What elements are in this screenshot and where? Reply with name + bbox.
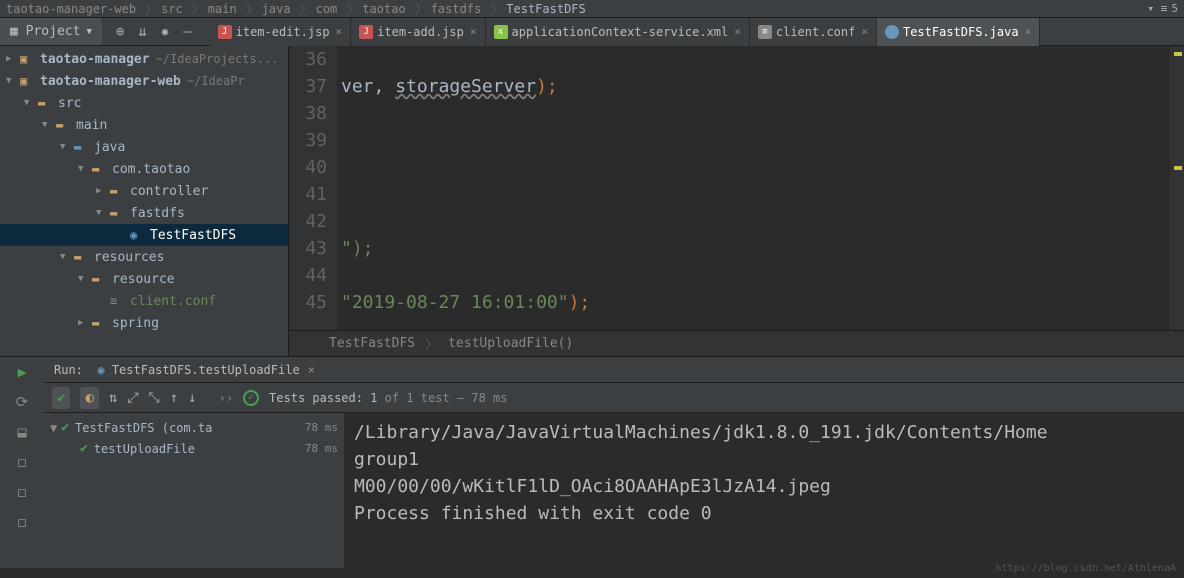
collapse-icon[interactable]: ⇊ — [138, 24, 146, 40]
tree-folder-resources[interactable]: ▼▬resources — [0, 246, 288, 268]
close-icon[interactable]: × — [308, 363, 315, 377]
crumb[interactable]: TestFastDFS — [506, 2, 585, 16]
folder-icon: ▬ — [92, 272, 108, 286]
camera-icon[interactable]: ◻ — [17, 513, 26, 531]
pass-icon: ✓ — [243, 390, 259, 406]
editor[interactable]: 363738 394041 424344 45 ver, storageServ… — [289, 46, 1184, 356]
show-passed-icon[interactable]: ✔ — [52, 387, 70, 409]
run-config-name[interactable]: TestFastDFS.testUploadFile — [112, 363, 300, 377]
folder-icon: ▬ — [92, 316, 108, 330]
line-gutter: 363738 394041 424344 45 — [289, 46, 337, 330]
tree-folder-spring[interactable]: ▶▬spring — [0, 312, 288, 334]
close-icon[interactable]: × — [861, 25, 868, 38]
package-icon: ▬ — [110, 184, 126, 198]
run-header: Run: ◉ TestFastDFS.testUploadFile × — [44, 357, 1184, 383]
breadcrumb: taotao-manager-web〉 src〉 main〉 java〉 com… — [0, 0, 1184, 18]
code-content[interactable]: ver, storageServer); "); "2019-08-27 16:… — [337, 46, 1170, 330]
close-icon[interactable]: × — [470, 25, 477, 38]
jsp-icon: J — [218, 25, 232, 39]
pass-icon: ✔ — [61, 420, 69, 435]
sort-icon[interactable]: ⇅ — [109, 390, 117, 406]
run-label: Run: — [54, 363, 83, 377]
file-icon: ≡ — [758, 25, 772, 39]
run-tool-window: ▶ ⟳ ⬓ ◻ ◻ ◻ Run: ◉ TestFastDFS.testUploa… — [0, 356, 1184, 568]
test-case-row[interactable]: ✔ testUploadFile78 ms — [44, 438, 344, 459]
file-icon: ≡ — [110, 294, 126, 308]
tab-item-edit[interactable]: Jitem-edit.jsp× — [210, 18, 352, 46]
close-icon[interactable]: × — [1025, 25, 1032, 38]
tree-module[interactable]: ▼▣taotao-manager-web~/IdeaPr — [0, 70, 288, 92]
prev-icon[interactable]: ↑ — [170, 390, 178, 406]
crumb[interactable]: java — [262, 2, 291, 16]
pin-icon[interactable]: ◻ — [17, 453, 26, 471]
hide-icon[interactable]: — — [183, 24, 191, 40]
pass-icon: ✔ — [80, 441, 88, 456]
tab-testfastdfs[interactable]: TestFastDFS.java× — [877, 18, 1040, 46]
crumb-class[interactable]: TestFastDFS — [329, 336, 415, 351]
source-folder-icon: ▬ — [74, 140, 90, 154]
tree-package-fastdfs[interactable]: ▼▬fastdfs — [0, 202, 288, 224]
tree-package[interactable]: ▼▬com.taotao — [0, 158, 288, 180]
watermark: https://blog.csdn.net/AthlenaA — [995, 563, 1176, 574]
module-icon: ▣ — [20, 52, 36, 66]
jsp-icon: J — [359, 25, 373, 39]
close-icon[interactable]: × — [734, 25, 741, 38]
xml-icon: x — [494, 25, 508, 39]
crumb-method[interactable]: testUploadFile() — [448, 336, 573, 351]
locate-icon[interactable]: ⊕ — [116, 24, 124, 40]
package-icon: ▬ — [92, 162, 108, 176]
tests-status-text: Tests passed: 1 of 1 test – 78 ms — [269, 391, 507, 405]
editor-breadcrumb: TestFastDFS 〉 testUploadFile() — [289, 330, 1184, 356]
project-sidebar: ▶▣taotao-manager~/IdeaProjects... ▼▣taot… — [0, 46, 289, 356]
run-toolbar: ✔ ◐ ⇅ ⤢ ⤡ ↑ ↓ ›› ✓ Tests passed: 1 of 1 … — [44, 383, 1184, 413]
next-icon[interactable]: ↓ — [188, 390, 196, 406]
java-class-icon — [885, 25, 899, 39]
folder-icon: ▬ — [38, 96, 54, 110]
close-icon[interactable]: × — [336, 25, 343, 38]
folder-icon: ▦ — [10, 24, 18, 39]
tab-client-conf[interactable]: ≡client.conf× — [750, 18, 877, 46]
show-ignored-icon[interactable]: ◐ — [80, 387, 98, 409]
project-tree[interactable]: ▶▣taotao-manager~/IdeaProjects... ▼▣taot… — [0, 46, 288, 356]
project-view-selector[interactable]: ▦ Project▼ — [0, 18, 102, 45]
java-class-icon: ◉ — [130, 228, 146, 242]
tab-overflow[interactable]: ▾ ≡ 5 — [1148, 2, 1179, 15]
tab-item-add[interactable]: Jitem-add.jsp× — [351, 18, 485, 46]
toolbar: ▦ Project▼ ⊕ ⇊ ✸ — Jitem-edit.jsp× Jitem… — [0, 18, 1184, 46]
crumb[interactable]: com — [316, 2, 338, 16]
tree-module[interactable]: ▶▣taotao-manager~/IdeaProjects... — [0, 48, 288, 70]
tree-file-testfastdfs[interactable]: ◉TestFastDFS — [0, 224, 288, 246]
test-suite-row[interactable]: ▼ ✔ TestFastDFS (com.ta78 ms — [44, 417, 344, 438]
tree-folder-java[interactable]: ▼▬java — [0, 136, 288, 158]
tree-folder-resource[interactable]: ▼▬resource — [0, 268, 288, 290]
crumb[interactable]: src — [161, 2, 183, 16]
folder-icon: ▬ — [56, 118, 72, 132]
test-tree[interactable]: ▼ ✔ TestFastDFS (com.ta78 ms ✔ testUploa… — [44, 413, 344, 568]
tree-folder-main[interactable]: ▼▬main — [0, 114, 288, 136]
package-icon: ▬ — [110, 206, 126, 220]
crumb[interactable]: taotao — [362, 2, 405, 16]
tree-folder-src[interactable]: ▼▬src — [0, 92, 288, 114]
resources-icon: ▬ — [74, 250, 90, 264]
error-stripe[interactable] — [1170, 46, 1184, 330]
crumb[interactable]: taotao-manager-web — [6, 2, 136, 16]
layout-icon[interactable]: ⬓ — [17, 423, 26, 441]
tree-package-controller[interactable]: ▶▬controller — [0, 180, 288, 202]
module-icon: ▣ — [20, 74, 36, 88]
tree-file-clientconf[interactable]: ≡client.conf — [0, 290, 288, 312]
toggle-icon[interactable]: ⟳ — [16, 393, 29, 411]
run-gutter: ▶ ⟳ ⬓ ◻ ◻ ◻ — [0, 357, 44, 568]
export-icon[interactable]: ◻ — [17, 483, 26, 501]
run-config-icon: ◉ — [97, 363, 104, 377]
editor-tabs: Jitem-edit.jsp× Jitem-add.jsp× xapplicat… — [210, 18, 1184, 46]
collapse-icon[interactable]: ⤡ — [149, 390, 160, 406]
tab-appcontext[interactable]: xapplicationContext-service.xml× — [486, 18, 750, 46]
settings-icon[interactable]: ✸ — [161, 24, 169, 40]
expand-icon[interactable]: ⤢ — [127, 390, 138, 406]
console-output[interactable]: /Library/Java/JavaVirtualMachines/jdk1.8… — [344, 413, 1184, 568]
crumb[interactable]: main — [208, 2, 237, 16]
crumb[interactable]: fastdfs — [431, 2, 482, 16]
rerun-icon[interactable]: ▶ — [17, 363, 26, 381]
